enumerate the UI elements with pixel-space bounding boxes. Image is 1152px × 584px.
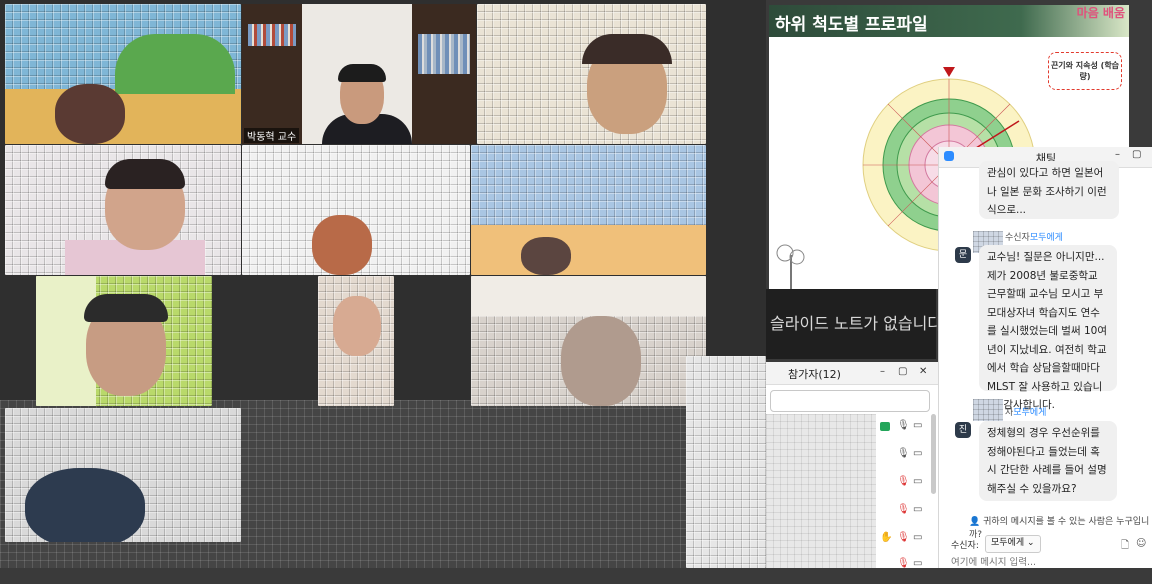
chat-panel: 채팅 – ▢ 관심이 있다고 하면 일본어나 일본 문화 조사하기 이런식으로.… [938,147,1152,568]
video-tile-presenter[interactable]: 박동혁 교수 [242,4,476,144]
emoji-icon[interactable]: ☺ [1136,538,1146,549]
video-tile-10[interactable] [5,408,241,542]
video-tile-4[interactable] [5,145,241,275]
participants-header: 참가자(12) – ▢ ✕ [766,362,938,385]
participant-row[interactable]: 🎙 ▭ [766,448,938,474]
chat-message-text: 관심이 있다고 하면 일본어나 일본 문화 조사하기 이런식으로... [987,167,1107,216]
video-camera-icon[interactable]: ▭ [913,504,922,515]
participants-minimize-button[interactable]: – [880,366,885,377]
participants-panel: 참가자(12) – ▢ ✕ 🎙 ▭ 🎙 ▭ 🎙 ▭ 🎙 ▭ ✋ 🎙 ▭ 🎙 ▭ [766,362,938,569]
slide-callout: 끈기와 지속성 (학습량) [1048,52,1122,90]
recipient-dropdown[interactable]: 모두에게 ⌄ [985,535,1041,553]
video-camera-icon[interactable]: ▭ [913,476,922,487]
video-tile-8[interactable] [318,276,394,406]
video-camera-icon[interactable]: ▭ [913,420,922,431]
recipient-everyone: 모두에게 [1013,408,1047,418]
participant-row[interactable]: ✋ 🎙 ▭ [766,532,938,558]
sender-avatar: 진 [955,422,971,438]
chevron-down-icon: ⌄ [1027,538,1035,548]
participant-row[interactable]: 🎙 ▭ [766,558,938,584]
chat-message-text: 교수님! 질문은 아니지만... 제가 2008년 불로중학교 근무할때 교수님… [987,251,1107,411]
chat-message-2: 교수님! 질문은 아니지만... 제가 2008년 불로중학교 근무할때 교수님… [979,245,1117,411]
user-icon: 👤 [969,517,981,527]
tree-illustration-icon [776,244,805,289]
mic-icon[interactable]: 🎙 [897,420,910,431]
chat-popout-button[interactable]: ▢ [1132,149,1141,160]
video-camera-icon[interactable]: ▭ [913,558,922,569]
participant-row[interactable]: 🎙 ▭ [766,420,938,446]
mic-icon[interactable]: 🎙 [897,448,910,459]
participant-row[interactable]: 🎙 ▭ [766,476,938,502]
video-camera-icon[interactable]: ▭ [913,532,922,543]
raise-hand-icon: ✋ [880,532,893,543]
video-tile-1[interactable] [5,4,241,144]
participants-close-button[interactable]: ✕ [919,366,927,377]
video-tile-6[interactable] [471,145,706,275]
presenter-name-tag: 박동혁 교수 [244,128,300,143]
video-tile-3[interactable] [477,4,706,144]
slide-logo: 마음 배움 [1076,6,1125,20]
mic-muted-icon[interactable]: 🎙 [897,558,910,569]
mic-muted-icon[interactable]: 🎙 [897,476,910,487]
video-tile-5[interactable] [242,145,470,275]
chat-message-input[interactable] [951,557,1131,568]
mic-muted-icon[interactable]: 🎙 [897,532,910,543]
chat-minimize-button[interactable]: – [1115,149,1120,160]
slide-notes-placeholder: 슬라이드 노트가 없습니다 [770,314,943,333]
video-tile-7[interactable] [36,276,212,406]
slide-title: 하위 척도별 프로파일 [775,15,928,35]
sender-avatar: 문 [955,247,971,263]
video-camera-icon[interactable]: ▭ [913,448,922,459]
share-screen-icon [880,422,890,431]
chat-recipient-line: 수신자모두에게 [1005,233,1063,243]
participants-search-input[interactable] [770,390,930,412]
chat-message-1: 관심이 있다고 하면 일본어나 일본 문화 조사하기 이런식으로... [979,161,1119,219]
mic-muted-icon[interactable]: 🎙 [897,504,910,515]
sender-name-redacted [973,399,1003,421]
chat-message-3: 정체형의 경우 우선순위를 정해야된다고 들었는데 혹시 간단한 사례를 들어 … [979,421,1117,501]
chat-recipient-line: 자모두에게 [1005,408,1047,418]
participants-title: 참가자(12) [788,368,841,381]
video-tile-11[interactable] [686,356,766,568]
chat-message-text: 정체형의 경우 우선순위를 정해야된다고 들었는데 혹시 간단한 사례를 들어 … [987,427,1107,495]
file-icon[interactable]: 🗋 [1121,538,1129,555]
participants-popout-button[interactable]: ▢ [898,366,907,377]
participant-row[interactable]: 🎙 ▭ [766,504,938,530]
recipient-label: 수신자: [951,541,979,551]
recipient-everyone: 모두에게 [1029,233,1063,243]
video-tile-9[interactable] [471,276,706,406]
